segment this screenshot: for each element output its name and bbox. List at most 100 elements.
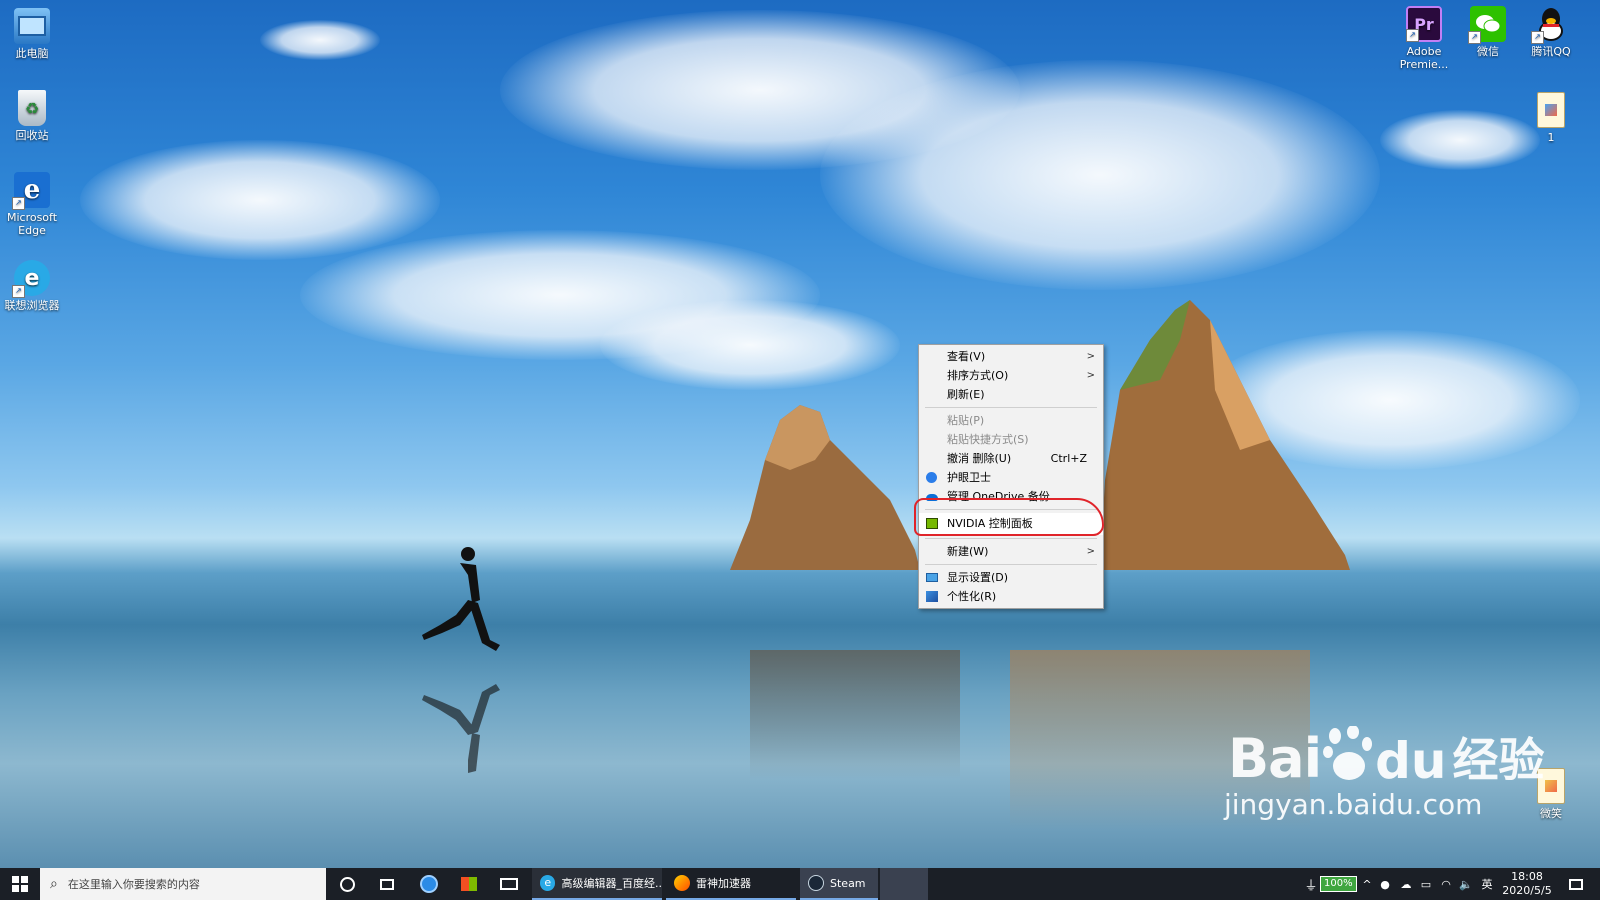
- menu-item-undo-delete[interactable]: 撤消 删除(U) Ctrl+Z: [919, 449, 1103, 468]
- baidu-jingyan-watermark: Bai du 经验 jingyan.baidu.com: [1224, 724, 1545, 821]
- menu-item-paste-shortcut: 粘贴快捷方式(S): [919, 430, 1103, 449]
- menu-item-new[interactable]: 新建(W) >: [919, 542, 1103, 561]
- volume-icon[interactable]: 🔈: [1458, 868, 1474, 900]
- notification-icon: [1569, 878, 1583, 890]
- keyboard-tray-icon[interactable]: ▭: [1418, 868, 1434, 900]
- power-plug-icon[interactable]: ⏚: [1304, 868, 1318, 900]
- shortcut-arrow-icon: ↗: [1531, 31, 1544, 44]
- taskbar-pinned-store[interactable]: [452, 868, 486, 900]
- menu-item-label: 个性化(R): [947, 590, 997, 603]
- wechat-icon: ↗: [1468, 6, 1506, 44]
- show-hidden-icons-chevron[interactable]: ^: [1360, 868, 1374, 900]
- cloud: [80, 140, 440, 260]
- taskbar: ⌕ 在这里输入你要搜索的内容 e 高级编辑器_百度经... 雷神加速器 Stea…: [0, 868, 1600, 900]
- leishen-icon: [674, 875, 690, 891]
- menu-separator: [925, 407, 1097, 408]
- desktop-icon-lenovo-browser[interactable]: e ↗ 联想浏览器: [1, 260, 63, 312]
- taskbar-app-label: Steam: [830, 876, 866, 890]
- taskbar-app-unnamed[interactable]: [880, 868, 928, 900]
- task-view-button[interactable]: [372, 868, 402, 900]
- desktop-icon-wechat[interactable]: ↗ 微信: [1457, 6, 1519, 58]
- cloud: [1380, 110, 1540, 170]
- menu-item-label: 刷新(E): [947, 388, 985, 401]
- recycle-bin-icon: ♻: [18, 90, 46, 126]
- taskbar-app-steam[interactable]: Steam: [800, 868, 878, 900]
- menu-item-label: 粘贴(P): [947, 414, 985, 427]
- watermark-brand: Bai: [1228, 727, 1322, 790]
- menu-item-personalize[interactable]: 个性化(R): [919, 587, 1103, 606]
- menu-item-label: 撤消 删除(U): [947, 452, 1012, 465]
- watermark-suffix: 经验: [1452, 733, 1545, 787]
- desktop-icon-label: Adobe Premie...: [1399, 45, 1449, 71]
- menu-item-paste: 粘贴(P): [919, 411, 1103, 430]
- cloud: [260, 20, 380, 60]
- chevron-right-icon: >: [1086, 370, 1095, 381]
- desktop-icon-file-1[interactable]: 1: [1520, 92, 1582, 144]
- wifi-icon[interactable]: ◠: [1438, 868, 1454, 900]
- input-method-indicator[interactable]: 英: [1478, 868, 1496, 900]
- desktop-icon-this-pc[interactable]: 此电脑: [1, 8, 63, 60]
- menu-item-sort-by[interactable]: 排序方式(O) >: [919, 366, 1103, 385]
- eye-guard-icon: [926, 472, 937, 483]
- mail-icon: [500, 878, 518, 890]
- qq-icon: ↗: [1531, 6, 1569, 44]
- battery-percent: 100%: [1320, 876, 1357, 892]
- store-bag-icon: [461, 877, 477, 891]
- desktop-icon-recycle-bin[interactable]: ♻ 回收站: [1, 90, 63, 142]
- taskbar-search-box[interactable]: ⌕ 在这里输入你要搜索的内容: [40, 868, 326, 900]
- steam-icon: [808, 875, 824, 891]
- clock[interactable]: 18:08 2020/5/5: [1502, 868, 1552, 900]
- windows-logo-icon: [12, 876, 28, 892]
- taskbar-app-label: 高级编辑器_百度经...: [561, 877, 662, 890]
- red-highlight-annotation: [914, 498, 1104, 536]
- start-button[interactable]: [0, 868, 40, 900]
- clock-time: 18:08: [1511, 870, 1543, 883]
- edge-icon: e: [540, 875, 556, 891]
- cloud: [600, 300, 900, 390]
- edge-icon: e ↗: [12, 172, 50, 210]
- desktop-icon-qq[interactable]: ↗ 腾讯QQ: [1520, 6, 1582, 58]
- file-icon: [1537, 92, 1565, 128]
- paw-icon: [1323, 726, 1373, 780]
- desktop-icon-edge[interactable]: e ↗ Microsoft Edge: [1, 172, 63, 237]
- taskbar-app-leishen[interactable]: 雷神加速器: [666, 868, 796, 900]
- taskbar-pinned-mail[interactable]: [492, 868, 526, 900]
- battery-indicator[interactable]: 100%: [1320, 868, 1357, 900]
- search-placeholder: 在这里输入你要搜索的内容: [67, 878, 200, 891]
- watermark-url: jingyan.baidu.com: [1224, 788, 1483, 821]
- desktop-icon-label: 此电脑: [15, 47, 49, 60]
- menu-item-view[interactable]: 查看(V) >: [919, 347, 1103, 366]
- menu-item-label: 显示设置(D): [947, 571, 1009, 584]
- shortcut-arrow-icon: ↗: [12, 285, 25, 298]
- blue-circle-app-icon: [420, 875, 438, 893]
- action-center-button[interactable]: [1560, 868, 1592, 900]
- clock-date: 2020/5/5: [1502, 884, 1552, 897]
- left-rock: [730, 405, 920, 570]
- right-rock: [1100, 300, 1350, 570]
- menu-separator: [925, 564, 1097, 565]
- menu-separator: [925, 538, 1097, 539]
- menu-item-eye-guard[interactable]: 护眼卫士: [919, 468, 1103, 487]
- cortana-button[interactable]: [332, 868, 362, 900]
- taskbar-pinned-clock-app[interactable]: [412, 868, 446, 900]
- cloud: [820, 60, 1380, 290]
- shortcut-arrow-icon: ↗: [12, 197, 25, 210]
- onedrive-tray-icon[interactable]: ☁: [1398, 868, 1414, 900]
- menu-item-label: 排序方式(O): [947, 369, 1009, 382]
- shortcut-arrow-icon: ↗: [1468, 31, 1481, 44]
- search-icon: ⌕: [50, 876, 58, 892]
- display-icon: [926, 573, 938, 582]
- desktop-icon-premiere[interactable]: Pr ↗ Adobe Premie...: [1393, 6, 1455, 71]
- menu-item-refresh[interactable]: 刷新(E): [919, 385, 1103, 404]
- desktop-icon-label: Microsoft Edge: [6, 211, 58, 237]
- watermark-brand-tail: du: [1375, 732, 1447, 790]
- rock-reflection: [750, 650, 960, 780]
- menu-item-display-settings[interactable]: 显示设置(D): [919, 568, 1103, 587]
- desktop-icon-label: 联想浏览器: [4, 299, 60, 312]
- desktop-icon-label: 回收站: [15, 129, 49, 142]
- qq-tray-icon[interactable]: ●: [1378, 868, 1392, 900]
- taskbar-app-edge-editor[interactable]: e 高级编辑器_百度经...: [532, 868, 662, 900]
- menu-item-label: 粘贴快捷方式(S): [947, 433, 1029, 446]
- runner-silhouette: [422, 547, 500, 773]
- desktop-context-menu: 查看(V) > 排序方式(O) > 刷新(E) 粘贴(P) 粘贴快捷方式(S) …: [918, 344, 1104, 609]
